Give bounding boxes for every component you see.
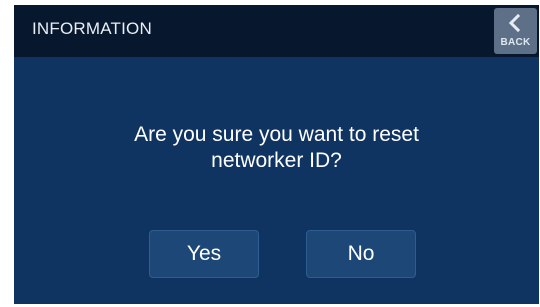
page-title: INFORMATION [32,19,152,38]
back-button[interactable]: BACK [494,8,537,54]
chevron-left-icon [508,14,521,32]
confirmation-message: Are you sure you want to reset networker… [14,122,539,174]
yes-button[interactable]: Yes [149,230,259,278]
message-line-2: networker ID? [211,149,342,172]
message-line-1: Are you sure you want to reset [134,123,419,146]
dialog-screen: INFORMATION BACK Are you sure you want t… [14,5,539,304]
header-bar: INFORMATION BACK [14,5,539,57]
no-button[interactable]: No [306,230,416,278]
back-button-label: BACK [500,37,531,48]
